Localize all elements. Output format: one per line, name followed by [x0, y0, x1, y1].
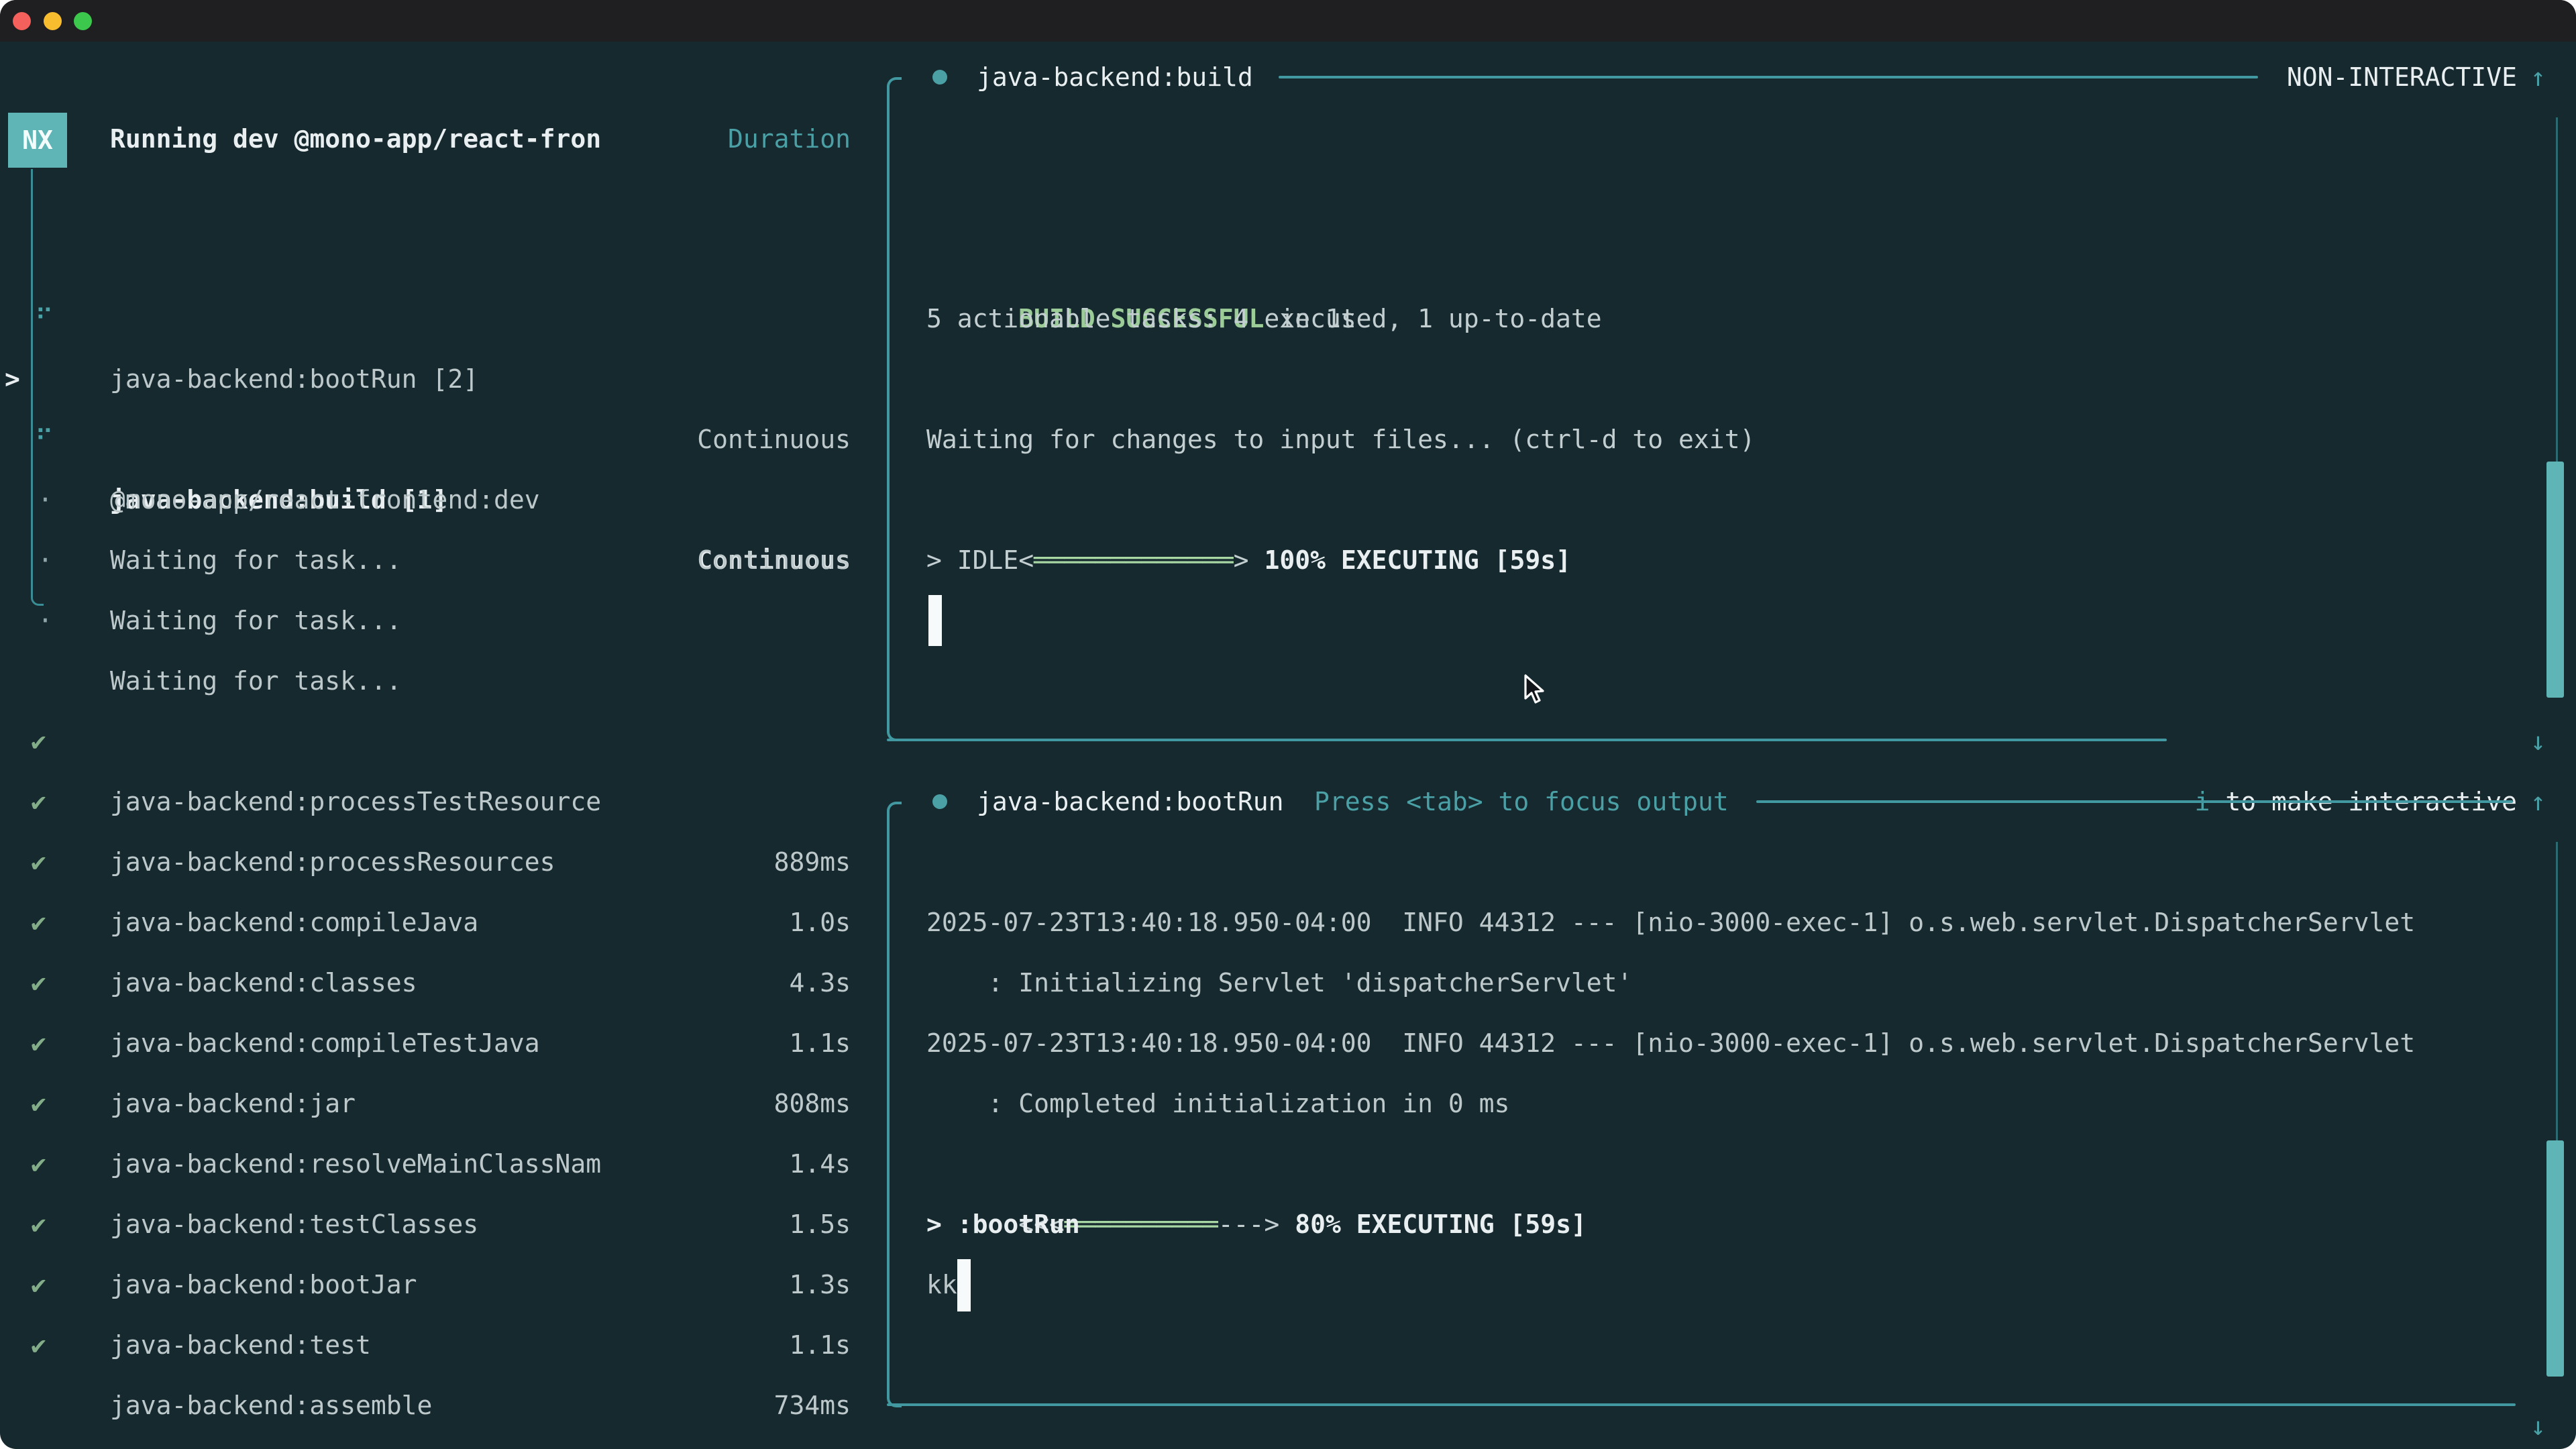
- build-pane-bottom-rule: [887, 739, 2167, 741]
- scroll-down-icon[interactable]: ↓: [2530, 711, 2546, 771]
- progress-tail: --->: [1218, 1210, 1280, 1239]
- completed-task-row[interactable]: ✔ java-backend:compileJava 4.3s: [0, 771, 879, 832]
- log-line: 2025-07-23T13:40:18.950-04:00 INFO 44312…: [926, 892, 2415, 953]
- non-interactive-badge: NON-INTERACTIVE: [2287, 47, 2517, 107]
- check-icon: ✔: [31, 1315, 46, 1375]
- zoom-button-icon[interactable]: [74, 12, 92, 30]
- progress-bar: ═════════════: [1034, 545, 1233, 575]
- task-bullet-icon: [932, 794, 947, 809]
- completed-task-row[interactable]: ✔ java-backend:classes 1.1s: [0, 832, 879, 892]
- completed-task-row[interactable]: ✔ java-backend:processResources 1.0s: [0, 711, 879, 771]
- progress-label: 100% EXECUTING [59s]: [1264, 545, 1571, 575]
- active-task-list: ⠋ java-backend:bootRun [2] Continuous > …: [0, 228, 879, 409]
- log-line: 2025-07-23T13:40:18.950-04:00 INFO 44312…: [926, 1013, 2415, 1073]
- task-row-frontend-dev[interactable]: ⠋ @mono-app/react-frontend:dev Continuou…: [0, 349, 879, 409]
- build-pane-header-rule: [1279, 76, 2258, 78]
- scroll-up-icon[interactable]: ↑: [2530, 47, 2546, 107]
- completed-task-row[interactable]: ✔ java-backend:bootJar 1.1s: [0, 1134, 879, 1194]
- mouse-pointer-icon: [1524, 674, 1547, 706]
- focus-output-hint: Press <tab> to focus output: [1314, 771, 1729, 832]
- task-row-build-selected[interactable]: > ⠋ java-backend:build [1] Continuous: [0, 288, 879, 349]
- terminal-input-text[interactable]: kk: [926, 1254, 957, 1315]
- waiting-task-row: · Waiting for task...: [0, 470, 879, 530]
- progress-label: 80% EXECUTING [59s]: [1295, 1210, 1587, 1239]
- scroll-down-icon[interactable]: ↓: [2530, 1396, 2546, 1449]
- build-waiting-line: Waiting for changes to input files... (c…: [926, 409, 1755, 470]
- completed-task-row[interactable]: ✔ java-backend:resolveMainClassNam 1.5s: [0, 1013, 879, 1073]
- build-tasks-summary: 5 actionable tasks: 4 executed, 1 up-to-…: [926, 288, 1602, 349]
- build-pane-border: [887, 77, 902, 741]
- terminal-window: NX Running dev @mono-app/react-fron Dura…: [0, 0, 2576, 1449]
- close-button-icon[interactable]: [13, 12, 31, 30]
- task-bullet-icon: [932, 70, 947, 85]
- build-idle-line: > IDLE: [926, 530, 1018, 590]
- keyboard-hints: quit: q help: ?: [0, 1375, 851, 1436]
- build-progress-line: <═════════════>100% EXECUTING [59s]: [926, 470, 1571, 530]
- build-scrollbar-track[interactable]: [2556, 117, 2558, 463]
- completed-task-list: ✔ java-backend:processTestResource 889ms…: [0, 651, 879, 1315]
- waiting-task-row: · Waiting for task...: [0, 409, 879, 470]
- bootrun-pane-title: java-backend:bootRun: [977, 771, 1284, 832]
- build-scrollbar-thumb[interactable]: [2546, 462, 2564, 698]
- build-success-line: BUILD SUCCESSFUL in 1s: [926, 228, 1356, 288]
- build-pane-title: java-backend:build: [977, 47, 1253, 107]
- interactive-hint: i to make interactive: [2102, 711, 2517, 771]
- terminal-cursor: [928, 595, 942, 646]
- completed-task-row[interactable]: ✔ java-backend:test 734ms: [0, 1194, 879, 1254]
- bootrun-scrollbar-track[interactable]: [2556, 842, 2558, 1142]
- completed-task-row[interactable]: ✔ java-backend:testClasses 1.3s: [0, 1073, 879, 1134]
- scroll-up-icon[interactable]: ↑: [2530, 771, 2546, 832]
- waiting-task-row: · Waiting for task...: [0, 530, 879, 590]
- minimize-button-icon[interactable]: [44, 12, 62, 30]
- duration-column-header: Duration: [0, 109, 851, 169]
- bootrun-pane-bottom-rule: [887, 1403, 2516, 1406]
- task-row-bootrun[interactable]: ⠋ java-backend:bootRun [2] Continuous: [0, 228, 879, 288]
- progress-open: <: [1018, 545, 1034, 575]
- progress-close: >: [1234, 545, 1249, 575]
- waiting-label: Waiting for task...: [110, 590, 402, 651]
- titlebar: [0, 0, 2576, 42]
- bootrun-prompt-line: > :bootRun: [926, 1194, 1080, 1254]
- completed-task-row[interactable]: ✔ java-backend:jar 1.4s: [0, 953, 879, 1013]
- bootrun-pane-header-rule: [1756, 800, 2513, 803]
- waiting-task-list: · Waiting for task... · Waiting for task…: [0, 409, 879, 590]
- bootrun-progress-line: <<<══════════--->80% EXECUTING [59s]: [926, 1134, 1587, 1194]
- bootrun-scrollbar-thumb[interactable]: [2546, 1140, 2564, 1377]
- progress-bar: ══════════: [1065, 1210, 1218, 1239]
- bootrun-pane-border: [887, 802, 902, 1407]
- waiting-dot-icon: ·: [38, 590, 53, 651]
- log-line: : Completed initialization in 0 ms: [926, 1073, 1509, 1134]
- completed-task-row[interactable]: ✔ java-backend:compileTestJava 808ms: [0, 892, 879, 953]
- terminal-cursor: [957, 1259, 971, 1311]
- completed-task-row[interactable]: ✔ java-backend:processTestResource 889ms: [0, 651, 879, 711]
- log-line: : Initializing Servlet 'dispatcherServle…: [926, 953, 1632, 1013]
- completed-task-row[interactable]: ✔ java-backend:assemble 774ms: [0, 1254, 879, 1315]
